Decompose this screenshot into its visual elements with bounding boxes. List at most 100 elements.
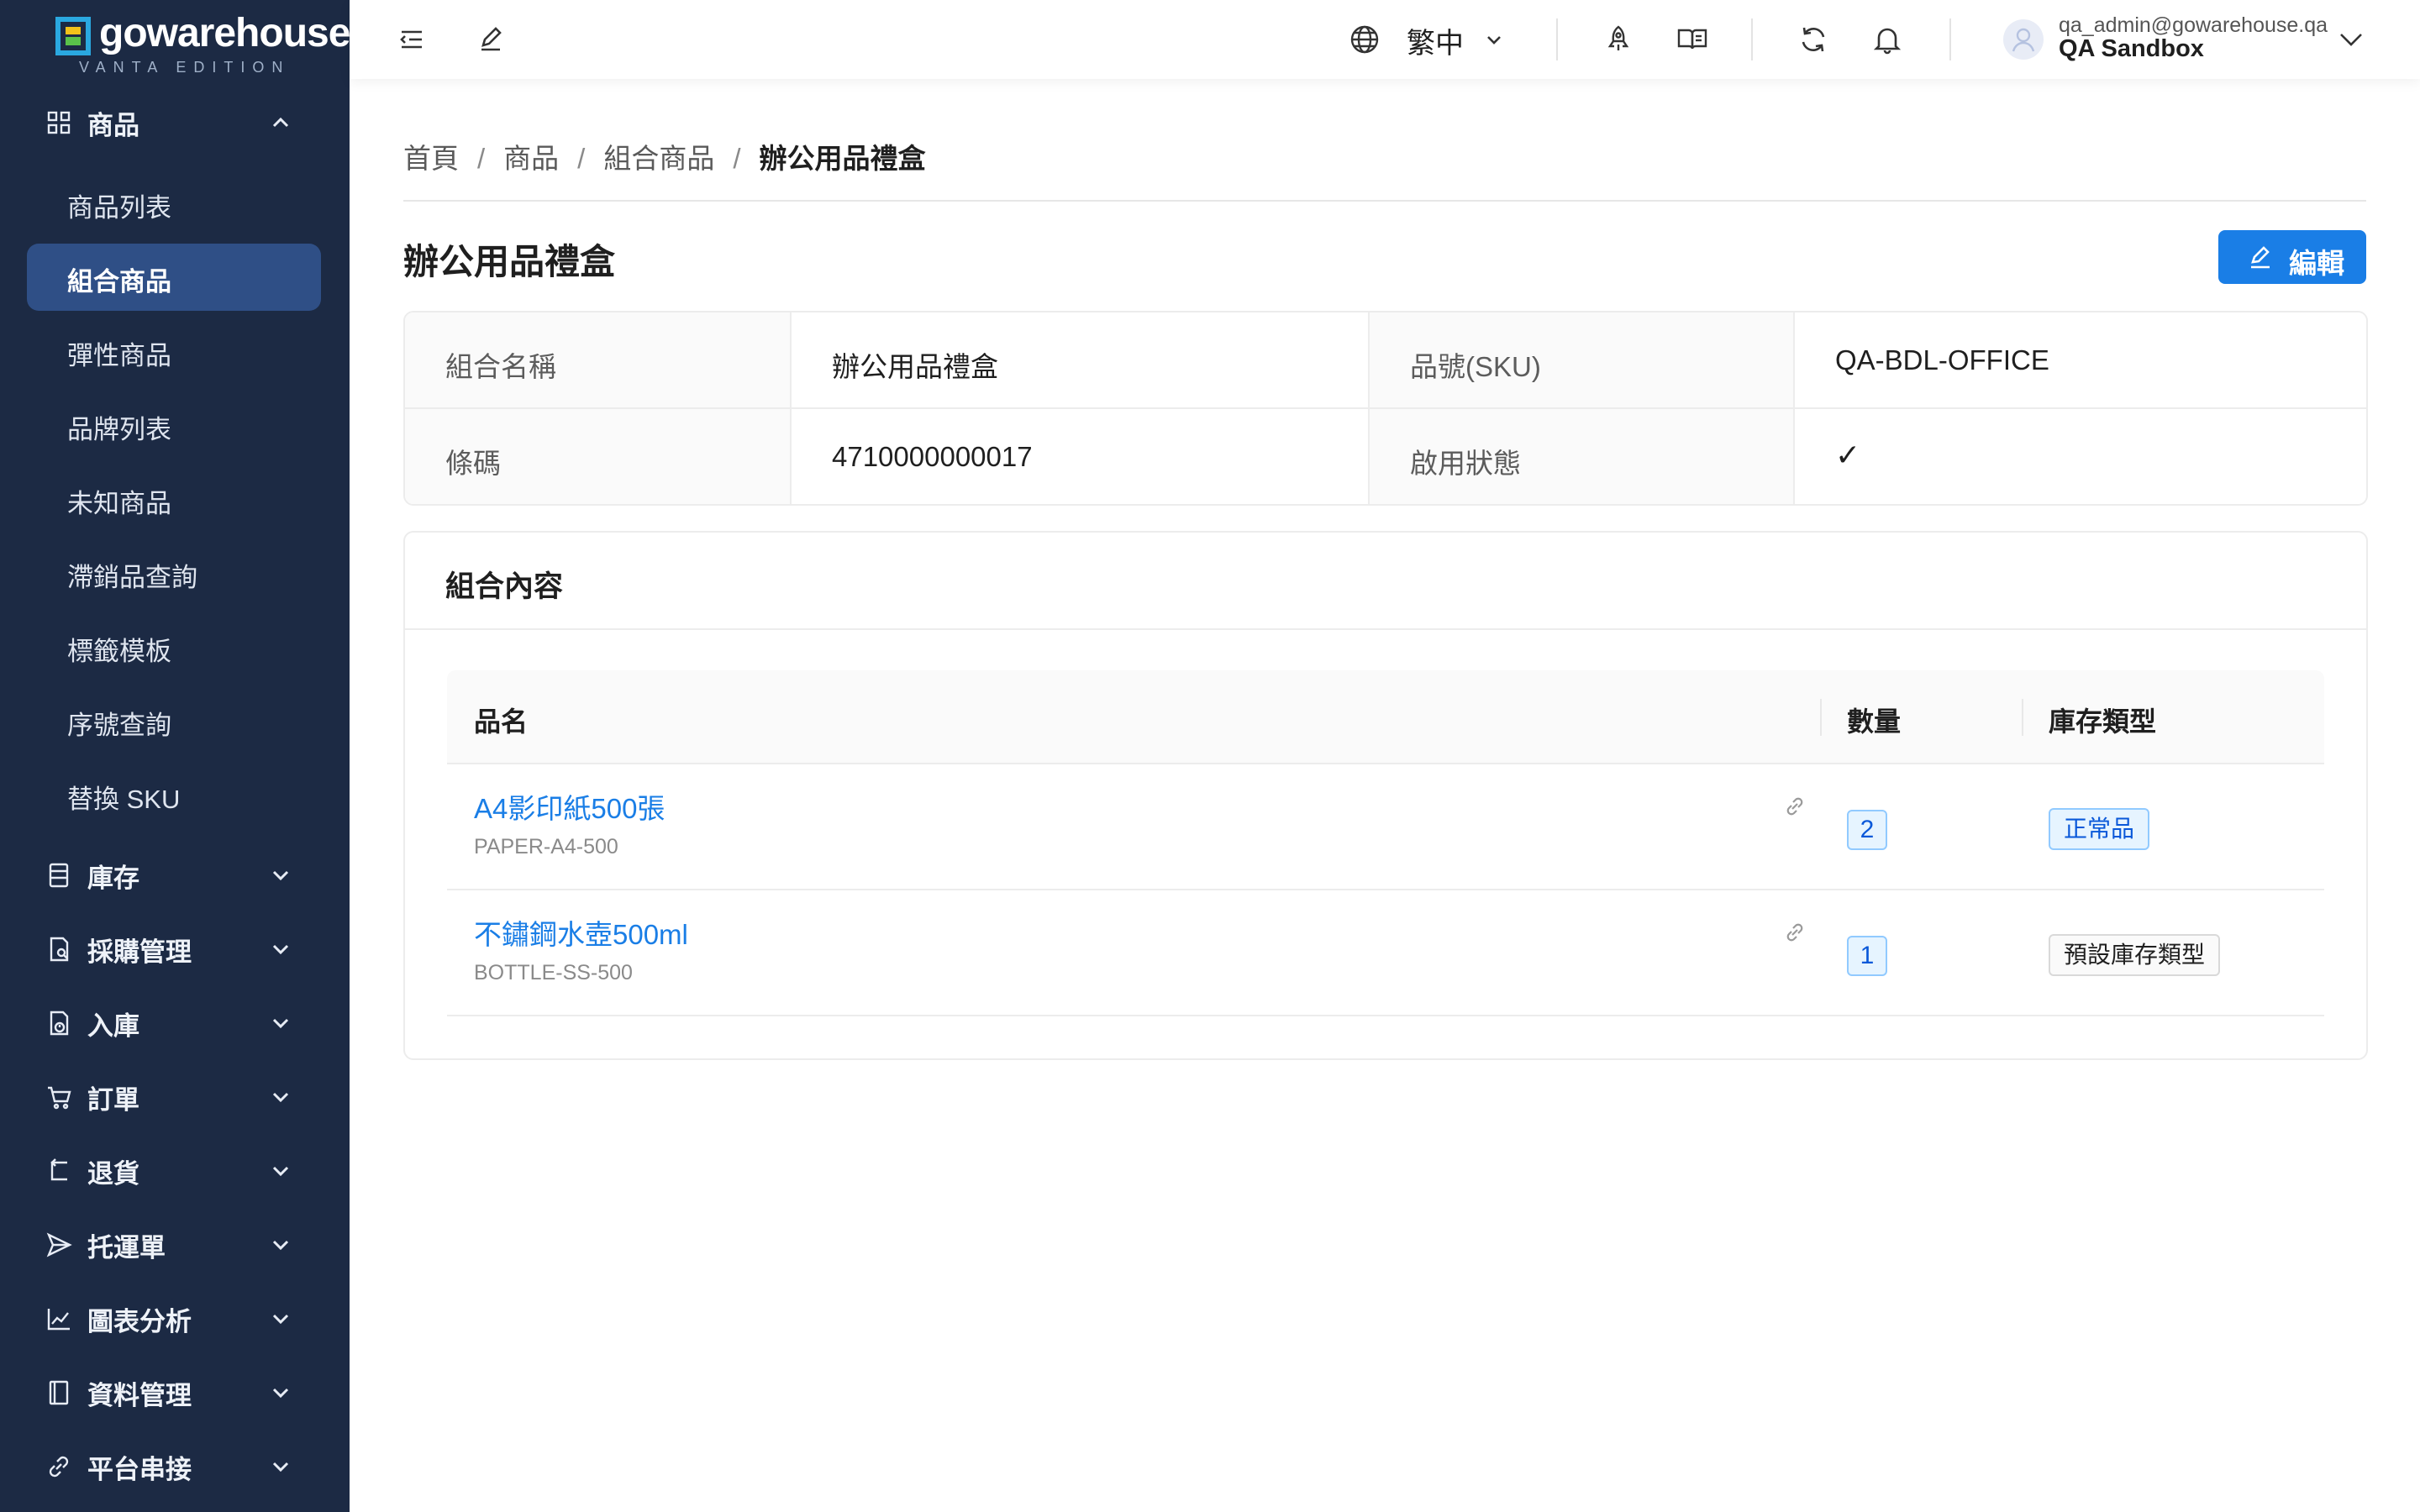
sidebar-group-analytics[interactable]: 圖表分析 — [0, 1282, 350, 1356]
docs-book-icon[interactable] — [1676, 23, 1709, 56]
sidebar: gowarehouse VANTA EDITION 商品 商品列表 組合商品 彈… — [0, 0, 350, 1512]
status-check-icon: ✓ — [1835, 438, 1861, 472]
breadcrumb-separator: / — [733, 143, 741, 174]
sidebar-group-returns[interactable]: 退貨 — [0, 1134, 350, 1208]
sidebar-item-slow-moving[interactable]: 滯銷品查詢 — [27, 539, 321, 606]
toolbar-divider — [1949, 18, 1951, 60]
chevron-down-icon — [272, 1092, 289, 1103]
sidebar-item-replace-sku[interactable]: 替換 SKU — [27, 761, 321, 828]
detail-col-divider — [1793, 312, 1795, 504]
quantity-badge: 2 — [1847, 810, 1887, 850]
detail-value-cell: 4710000000017 — [792, 409, 1368, 504]
sidebar-group-label: 訂單 — [87, 1085, 139, 1115]
inbound-icon — [50, 1011, 69, 1036]
chevron-down-icon — [272, 870, 289, 881]
sidebar-item-label: 品牌列表 — [67, 415, 171, 444]
bundle-content-card: 組合內容 品名 數量 庫存類型 A4影印紙500張 PAPER-A4-500 2… — [403, 531, 2368, 1060]
chevron-down-icon — [272, 1462, 289, 1473]
sidebar-item-flex-products[interactable]: 彈性商品 — [27, 318, 321, 385]
sidebar-item-product-list[interactable]: 商品列表 — [27, 170, 321, 237]
sidebar-group-inventory[interactable]: 庫存 — [0, 838, 350, 912]
detail-col-divider — [1368, 312, 1370, 504]
sidebar-group-label: 平台串接 — [87, 1455, 192, 1484]
sidebar-group-label: 商品 — [87, 111, 139, 140]
sidebar-item-unknown-products[interactable]: 未知商品 — [27, 465, 321, 533]
sidebar-item-label: 序號查詢 — [67, 711, 171, 740]
user-email: qa_admin@gowarehouse.qa — [2059, 13, 2328, 37]
avatar[interactable] — [2003, 19, 2044, 60]
return-icon — [50, 1158, 67, 1181]
sidebar-group-integrations[interactable]: 平台串接 — [0, 1430, 350, 1504]
brand-logo[interactable]: gowarehouse VANTA EDITION — [55, 11, 350, 76]
edit-button[interactable]: 編輯 — [2218, 230, 2366, 284]
bell-icon[interactable] — [1870, 23, 1904, 56]
sku-value: QA-BDL-OFFICE — [1835, 344, 2049, 375]
sidebar-item-serial-lookup[interactable]: 序號查詢 — [27, 687, 321, 754]
toolbar-divider — [1751, 18, 1753, 60]
book-icon — [49, 1380, 69, 1405]
sidebar-item-label-templates[interactable]: 標籤模板 — [27, 613, 321, 680]
toolbar-divider — [1556, 18, 1558, 60]
chevron-up-icon — [272, 117, 289, 128]
detail-label-cell: 條碼 — [405, 409, 790, 504]
chevron-down-icon — [272, 1314, 289, 1325]
sidebar-group-shipments[interactable]: 托運單 — [0, 1208, 350, 1282]
sidebar-group-data-management[interactable]: 資料管理 — [0, 1356, 350, 1430]
link-icon — [49, 1456, 69, 1478]
sidebar-group-label: 退貨 — [87, 1159, 139, 1189]
sidebar-group-purchase[interactable]: 採購管理 — [0, 912, 350, 986]
menu-fold-icon[interactable] — [395, 23, 429, 56]
status-label: 啟用狀態 — [1410, 448, 1521, 479]
link-icon[interactable] — [1783, 795, 1807, 818]
detail-col-divider — [790, 312, 792, 504]
stock-type-tag: 正常品 — [2049, 808, 2150, 850]
chevron-down-icon — [272, 1166, 289, 1177]
column-header-qty[interactable]: 數量 — [1847, 701, 1901, 739]
grid-icon — [47, 111, 71, 134]
detail-value-cell: ✓ — [1795, 409, 2366, 504]
user-organization: QA Sandbox — [2059, 35, 2204, 62]
globe-icon[interactable] — [1348, 23, 1381, 56]
sidebar-item-label: 組合商品 — [67, 267, 171, 297]
card-divider — [405, 628, 2366, 630]
product-name-link[interactable]: 不鏽鋼水壺500ml — [474, 912, 688, 953]
sidebar-item-label: 替換 SKU — [67, 785, 181, 814]
detail-label-cell: 品號(SKU) — [1370, 312, 1793, 408]
user-menu-chevron-icon[interactable] — [2334, 23, 2368, 56]
rocket-icon[interactable] — [1602, 23, 1635, 56]
table-row: A4影印紙500張 PAPER-A4-500 2 正常品 — [447, 764, 2324, 890]
sidebar-item-label: 未知商品 — [67, 489, 171, 518]
refresh-icon[interactable] — [1797, 23, 1830, 56]
sidebar-item-brands[interactable]: 品牌列表 — [27, 391, 321, 459]
product-name-link[interactable]: A4影印紙500張 — [474, 786, 665, 827]
edit-pen-icon[interactable] — [474, 23, 508, 56]
breadcrumb-bundles[interactable]: 組合商品 — [603, 136, 714, 176]
sidebar-group-inbound[interactable]: 入庫 — [0, 986, 350, 1060]
sidebar-item-label: 商品列表 — [67, 193, 171, 223]
language-selector[interactable]: 繁中 — [1407, 20, 1464, 61]
column-header-name[interactable]: 品名 — [474, 701, 528, 739]
sidebar-item-label: 滯銷品查詢 — [67, 563, 197, 592]
table-header: 品名 數量 庫存類型 — [447, 670, 2324, 764]
purchase-icon — [50, 937, 69, 962]
inventory-icon — [49, 863, 69, 888]
detail-row-divider — [405, 407, 2366, 409]
bundle-name-value: 辦公用品禮盒 — [832, 351, 998, 382]
chevron-down-icon[interactable] — [1477, 23, 1511, 56]
brand-name: gowarehouse — [99, 11, 350, 55]
sidebar-group-products[interactable]: 商品 — [0, 86, 350, 160]
table-row: 不鏽鋼水壺500ml BOTTLE-SS-500 1 預設庫存類型 — [447, 890, 2324, 1016]
barcode-label: 條碼 — [445, 448, 501, 479]
cart-icon — [48, 1086, 71, 1110]
detail-value-cell: QA-BDL-OFFICE — [1795, 312, 2366, 408]
breadcrumb-home[interactable]: 首頁 — [403, 136, 459, 176]
sidebar-group-label: 採購管理 — [87, 937, 192, 967]
product-sku: BOTTLE-SS-500 — [474, 961, 633, 984]
column-header-stock-type[interactable]: 庫存類型 — [2049, 701, 2156, 739]
stock-type-tag: 預設庫存類型 — [2049, 934, 2221, 976]
sidebar-group-orders[interactable]: 訂單 — [0, 1060, 350, 1134]
sidebar-item-bundles[interactable]: 組合商品 — [27, 244, 321, 311]
logo-mark-icon — [55, 17, 91, 55]
breadcrumb-products[interactable]: 商品 — [503, 136, 559, 176]
link-icon[interactable] — [1783, 921, 1807, 944]
